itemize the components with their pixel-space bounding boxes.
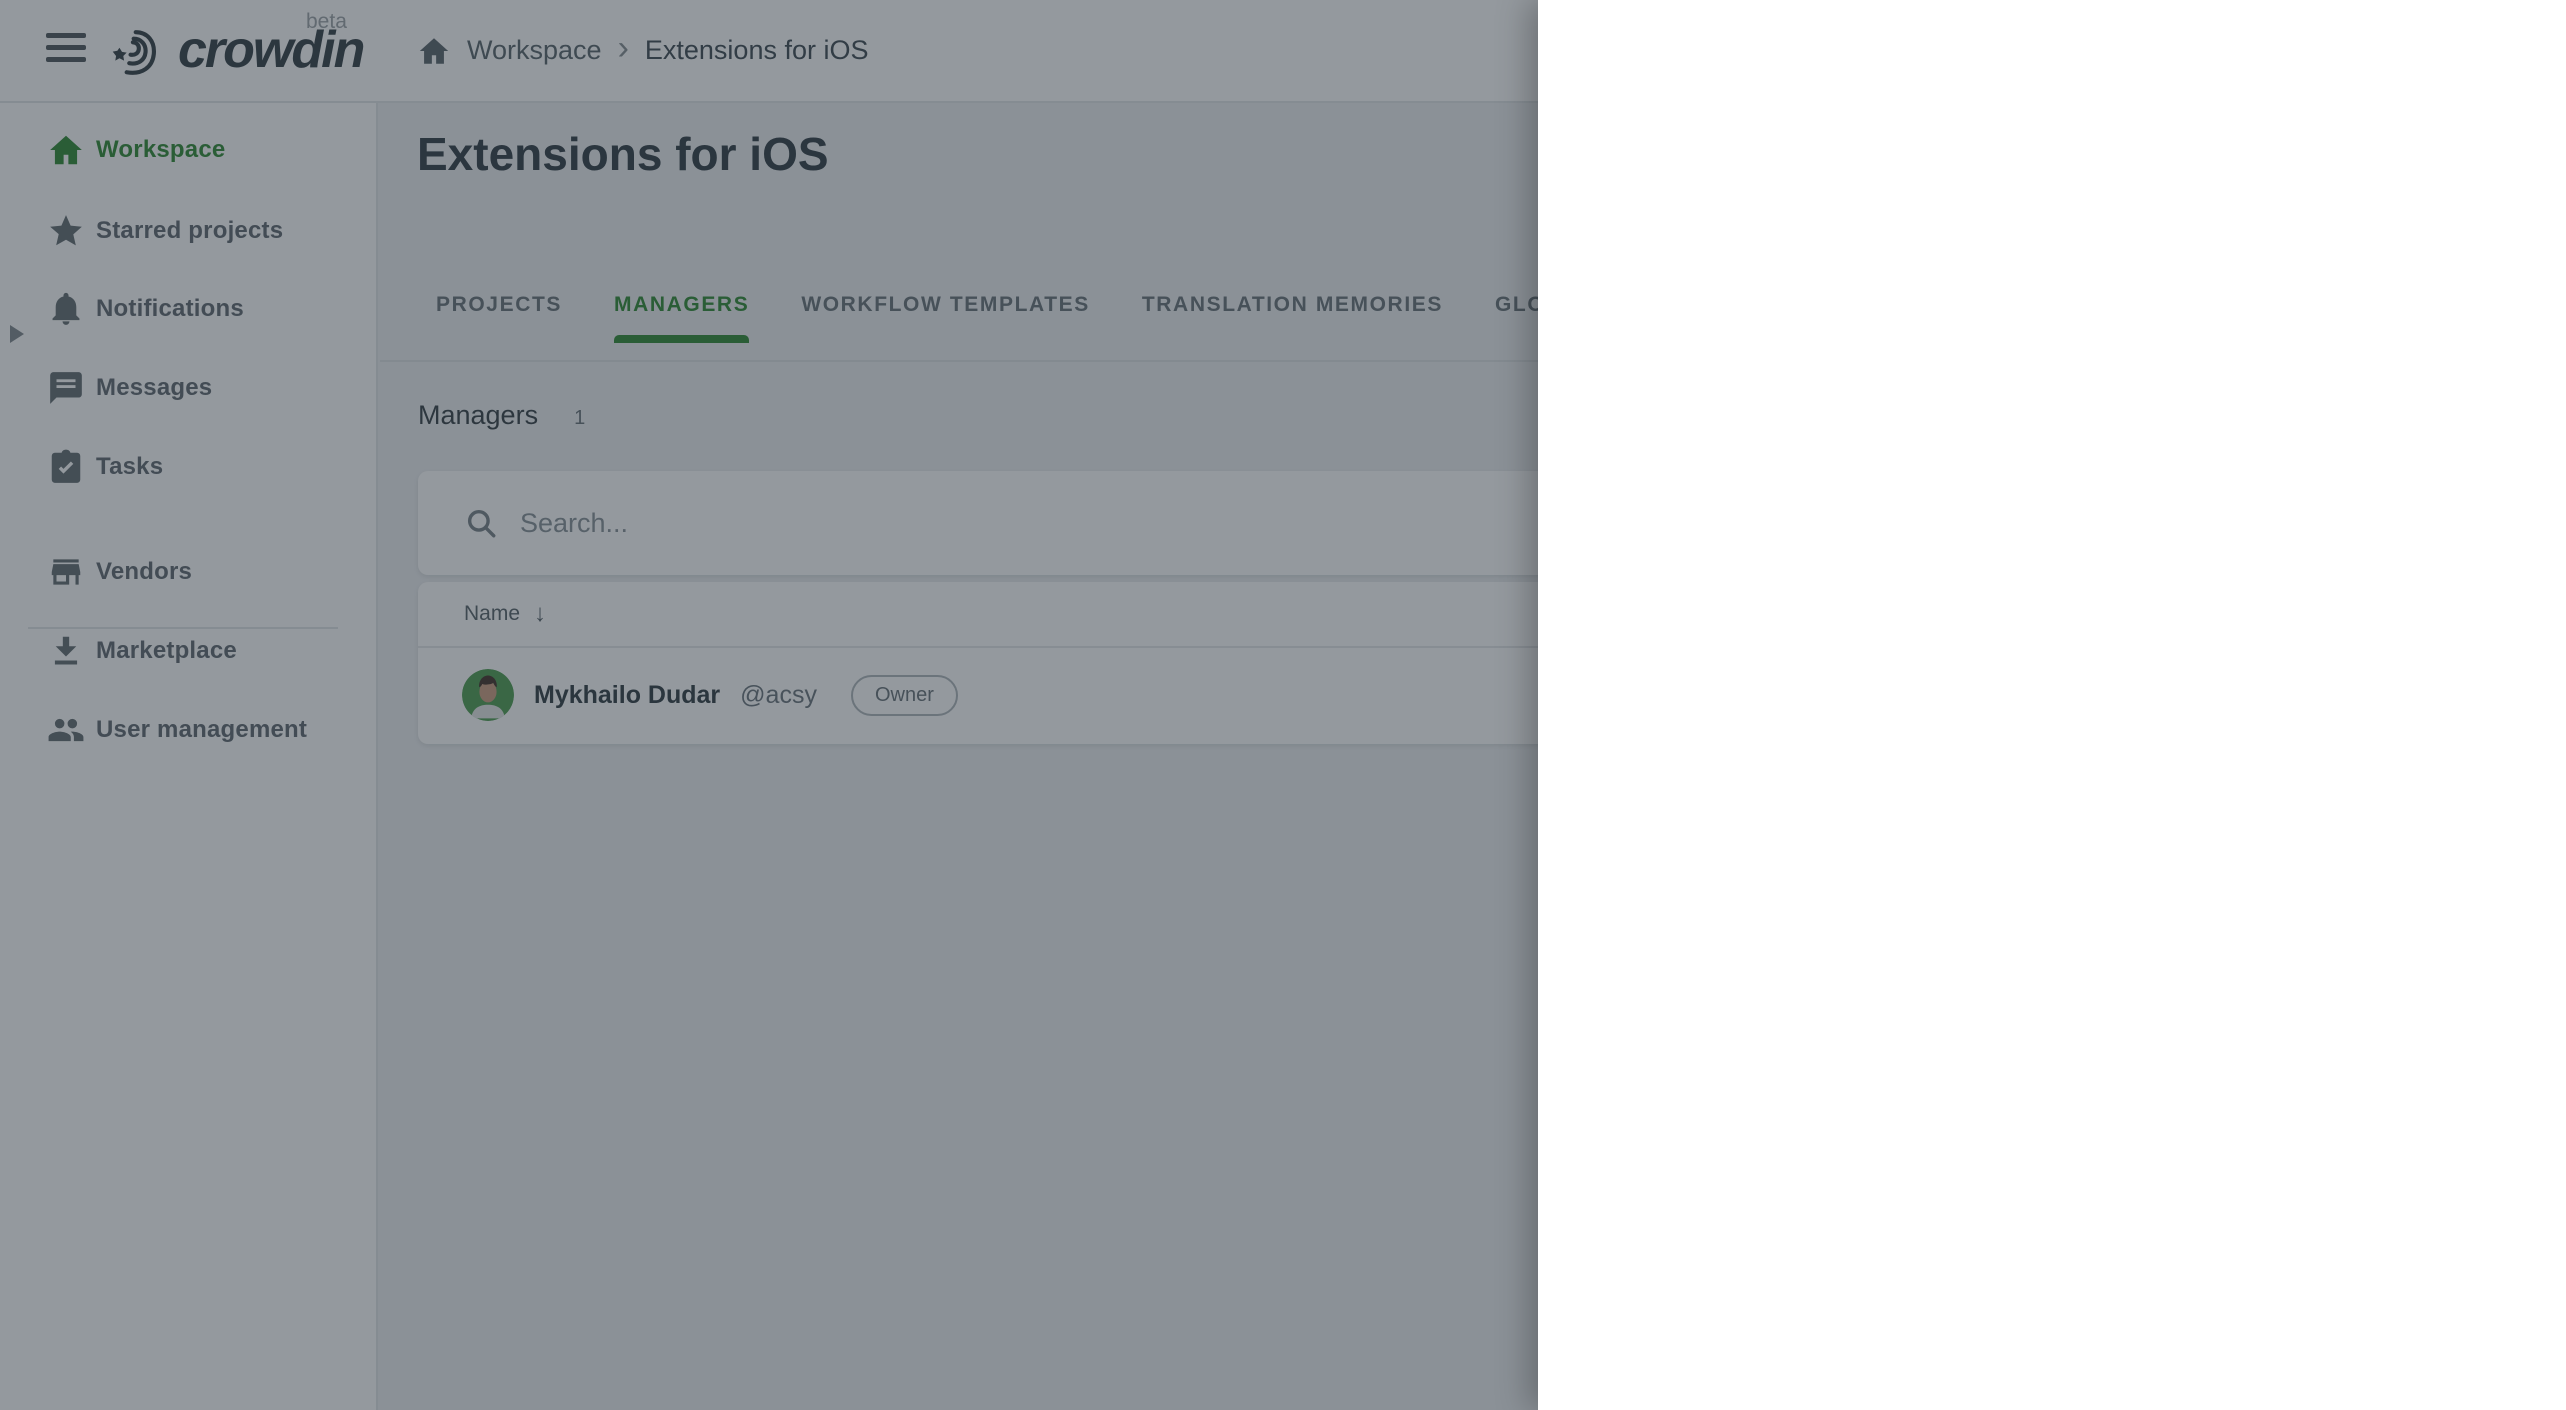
- add-managers-panel: Extensions for iOS Add managers + + +: [1538, 0, 2566, 1410]
- crowdin-app: crowdin beta Workspace › Extensions for …: [0, 0, 2566, 1410]
- modal-backdrop[interactable]: [0, 0, 1538, 1410]
